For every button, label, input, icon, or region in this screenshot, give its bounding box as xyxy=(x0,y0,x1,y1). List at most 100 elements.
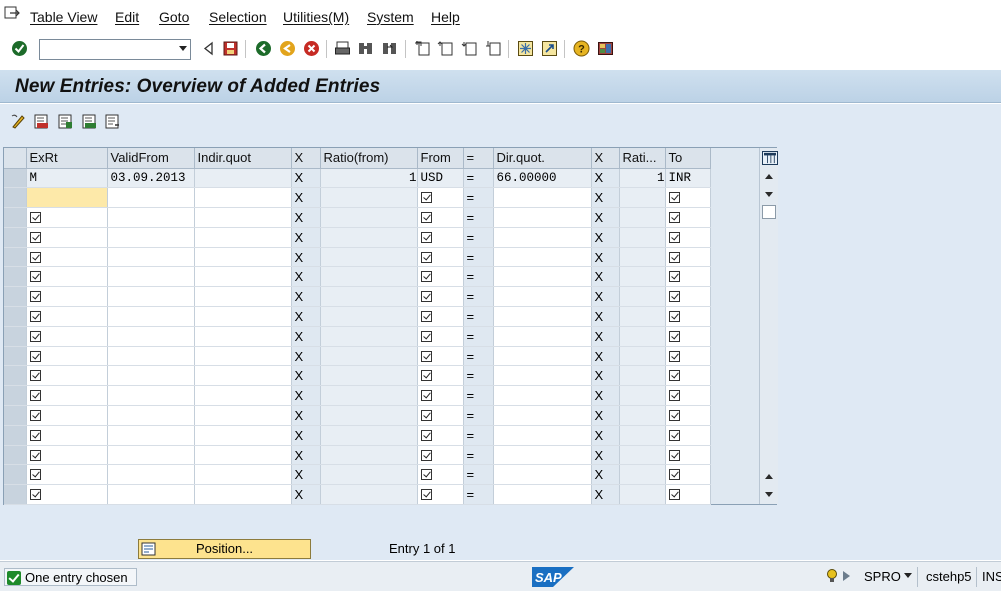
cell-to-currency[interactable] xyxy=(665,207,711,228)
cell-ratio-to[interactable] xyxy=(619,247,666,268)
layout-menu-icon[interactable] xyxy=(597,40,614,57)
cell-ratio-to[interactable] xyxy=(619,306,666,327)
input-help-icon[interactable] xyxy=(420,469,432,481)
status-transaction[interactable]: SPRO xyxy=(864,569,901,584)
cell-to-currency[interactable] xyxy=(665,464,711,486)
cell-exrt[interactable] xyxy=(26,247,108,268)
input-help-icon[interactable] xyxy=(668,271,680,283)
menu-system[interactable]: System xyxy=(367,9,414,25)
cell-indir-quot[interactable] xyxy=(194,425,292,446)
cell-indir-quot[interactable] xyxy=(194,484,292,506)
cell-indir-quot[interactable] xyxy=(194,405,292,426)
cell-from-currency[interactable] xyxy=(417,266,464,288)
system-menu-icon[interactable] xyxy=(4,6,20,20)
cell-exrt[interactable] xyxy=(26,365,108,387)
command-field[interactable] xyxy=(39,39,191,60)
cell-ratio-to[interactable] xyxy=(619,326,666,347)
cell-from-currency[interactable] xyxy=(417,207,464,228)
cell-to-currency[interactable] xyxy=(665,385,711,407)
cell-from-currency[interactable] xyxy=(417,484,464,506)
row-selector[interactable] xyxy=(4,464,27,486)
cell-to-currency[interactable] xyxy=(665,286,711,308)
cell-ratio-to[interactable] xyxy=(619,445,666,466)
cell-ratio-to[interactable] xyxy=(619,266,666,288)
column-header-to[interactable]: To xyxy=(665,148,711,169)
cell-ratio-from[interactable] xyxy=(320,286,418,308)
cell-indir-quot[interactable] xyxy=(194,266,292,288)
cell-from-currency[interactable] xyxy=(417,286,464,308)
last-page-icon[interactable] xyxy=(485,40,502,57)
cell-to-currency[interactable] xyxy=(665,187,711,209)
menu-help[interactable]: Help xyxy=(431,9,460,25)
change-display-icon[interactable] xyxy=(10,113,27,130)
cell-to-currency[interactable] xyxy=(665,306,711,327)
input-help-icon[interactable] xyxy=(668,489,680,501)
cell-indir-quot[interactable] xyxy=(194,464,292,486)
column-header-ratio-to[interactable]: Rati... xyxy=(619,148,666,169)
help-icon[interactable]: ? xyxy=(573,40,590,57)
cell-dir-quot[interactable] xyxy=(493,187,592,209)
input-help-icon[interactable] xyxy=(420,192,432,204)
cell-dir-quot[interactable] xyxy=(493,306,592,327)
cell-exrt[interactable] xyxy=(26,346,108,367)
cell-exrt[interactable] xyxy=(26,266,108,288)
undo-change-icon[interactable] xyxy=(104,113,121,130)
cell-valid-from[interactable] xyxy=(107,405,195,426)
menu-utilities[interactable]: Utilities(M) xyxy=(283,9,349,25)
cell-valid-from[interactable] xyxy=(107,187,195,209)
cell-dir-quot[interactable] xyxy=(493,365,592,387)
input-help-icon[interactable] xyxy=(29,449,41,461)
cell-dir-quot[interactable] xyxy=(493,405,592,426)
input-help-icon[interactable] xyxy=(668,350,680,362)
copy-as-icon[interactable] xyxy=(57,113,74,130)
row-selector[interactable] xyxy=(4,187,27,209)
input-help-icon[interactable] xyxy=(420,271,432,283)
cell-indir-quot[interactable] xyxy=(194,247,292,268)
cell-exrt[interactable] xyxy=(26,484,108,506)
cell-exrt[interactable] xyxy=(26,464,108,486)
chevron-down-icon[interactable] xyxy=(179,46,187,51)
cell-exrt[interactable] xyxy=(26,405,108,426)
input-help-icon[interactable] xyxy=(29,409,41,421)
cell-valid-from[interactable] xyxy=(107,286,195,308)
input-help-icon[interactable] xyxy=(668,449,680,461)
input-help-icon[interactable] xyxy=(668,390,680,402)
input-help-icon[interactable] xyxy=(420,231,432,243)
cell-valid-from[interactable] xyxy=(107,227,195,248)
previous-page-icon[interactable] xyxy=(437,40,454,57)
cell-exrt[interactable] xyxy=(26,286,108,308)
cell-exrt[interactable]: M xyxy=(26,168,108,189)
input-help-icon[interactable] xyxy=(29,271,41,283)
input-help-icon[interactable] xyxy=(420,370,432,382)
menu-table-view[interactable]: Table View xyxy=(30,9,97,25)
column-header-indir-quot[interactable]: Indir.quot xyxy=(194,148,292,169)
cell-ratio-from[interactable] xyxy=(320,385,418,407)
cell-indir-quot[interactable] xyxy=(194,187,292,209)
cell-to-currency[interactable] xyxy=(665,326,711,347)
cell-to-currency[interactable] xyxy=(665,266,711,288)
cell-valid-from[interactable] xyxy=(107,247,195,268)
cell-dir-quot[interactable] xyxy=(493,464,592,486)
cell-from-currency[interactable] xyxy=(417,247,464,268)
cell-ratio-from[interactable] xyxy=(320,445,418,466)
row-selector[interactable] xyxy=(4,405,27,426)
cell-indir-quot[interactable] xyxy=(194,227,292,248)
cell-from-currency[interactable] xyxy=(417,385,464,407)
cell-from-currency[interactable] xyxy=(417,326,464,347)
cell-ratio-from[interactable] xyxy=(320,425,418,446)
cell-valid-from[interactable] xyxy=(107,365,195,387)
find-icon[interactable] xyxy=(357,40,374,57)
column-header-x2[interactable]: X xyxy=(591,148,620,169)
cell-indir-quot[interactable] xyxy=(194,445,292,466)
cell-exrt[interactable] xyxy=(26,306,108,327)
column-header-validfrom[interactable]: ValidFrom xyxy=(107,148,195,169)
cell-ratio-from[interactable] xyxy=(320,365,418,387)
row-selector[interactable] xyxy=(4,346,27,367)
scroll-down-icon[interactable] xyxy=(765,192,773,197)
cell-ratio-to[interactable] xyxy=(619,425,666,446)
menu-edit[interactable]: Edit xyxy=(115,9,139,25)
cell-dir-quot[interactable] xyxy=(493,346,592,367)
scroll-up-icon[interactable] xyxy=(765,174,773,179)
input-help-icon[interactable] xyxy=(668,429,680,441)
cell-exrt[interactable] xyxy=(26,385,108,407)
